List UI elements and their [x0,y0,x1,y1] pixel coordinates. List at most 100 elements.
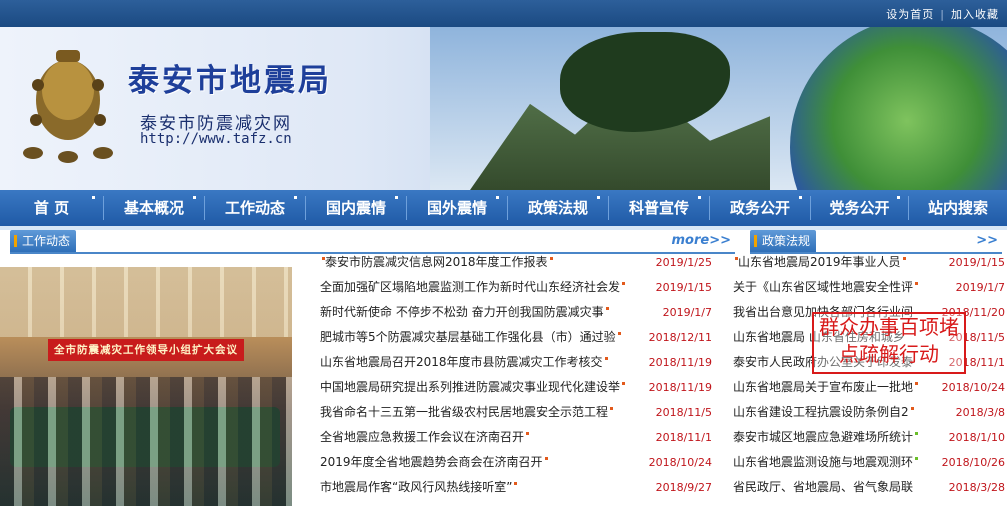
nav-dot [294,196,297,199]
top-bar: 设为首页 | 加入收藏 [0,0,1007,27]
policy-date: 2019/1/7 [955,281,1005,294]
policy-date: 2018/10/26 [941,456,1005,469]
list-item[interactable]: 2019年度全省地震趋势会商会在济南召开 2018/10/24 [320,450,712,475]
policy-title[interactable]: 泰安市城区地震应急避难场所统计 [733,430,913,444]
list-item[interactable]: 泰安市防震减灾信息网2018年度工作报表 2019/1/25 [320,250,712,275]
news-date: 2018/9/27 [655,481,712,494]
bullet-icon [910,407,914,410]
policy-title[interactable]: 山东省地震局2019年事业人员 [738,255,901,269]
news-title[interactable]: 全省地震应急救援工作会议在济南召开 [320,430,524,444]
list-item[interactable]: 山东省建设工程抗震设防条例自2 2018/3/8 [733,400,1005,425]
news-date: 2019/1/25 [655,256,712,269]
bullet-icon [915,282,919,285]
policy-date: 2018/1/10 [948,431,1005,444]
news-title[interactable]: 山东省地震局召开2018年度市县防震减灾工作考核交 [320,355,603,369]
policy-title[interactable]: 关于《山东省区域性地震安全性评 [733,280,913,294]
nav-dot [799,196,802,199]
nav-label: 科普宣传 [628,199,689,217]
news-title[interactable]: 全面加强矿区塌陷地震监测工作为新时代山东经济社会发 [320,280,620,294]
nav-party-affairs[interactable]: 党务公开 [811,190,908,226]
news-date: 2018/11/5 [655,406,712,419]
policy-title[interactable]: 省民政厅、省地震局、省气象局联 [733,480,913,494]
nav-label: 首 页 [33,199,70,217]
bullet-icon [544,457,548,460]
news-title[interactable]: 泰安市防震减灾信息网2018年度工作报表 [325,255,548,269]
news-date: 2019/1/7 [662,306,712,319]
nav-dot [597,196,600,199]
meeting-photo[interactable]: 全市防震减灾工作领导小组扩大会议 [0,267,292,506]
bullet-icon [915,432,919,435]
nav-domestic-quakes[interactable]: 国内震情 [306,190,406,226]
nav-label: 党务公开 [829,199,890,217]
news-title[interactable]: 新时代新使命 不停步不松劲 奋力开创我国防震减灾事 [320,305,604,319]
set-homepage-link[interactable]: 设为首页 [886,8,934,21]
news-title[interactable]: 肥城市等5个防震减灾基层基础工作强化县（市）通过验 [320,330,616,344]
bullet-icon [622,382,626,385]
work-news-more-link[interactable]: more>> [672,233,732,248]
bullet-icon [735,257,738,260]
news-title[interactable]: 我省命名十三五第一批省级农村民居地震安全示范工程 [320,405,608,419]
list-item[interactable]: 山东省地震局关于宣布废止一批地 2018/10/24 [733,375,1005,400]
list-item[interactable]: 中国地震局研究提出系列推进防震减灾事业现代化建设举 2018/11/19 [320,375,712,400]
nav-label: 国内震情 [325,199,386,217]
news-date: 2018/11/1 [655,431,712,444]
nav-dot [92,196,95,199]
separator: | [940,8,945,21]
add-favorite-link[interactable]: 加入收藏 [951,8,999,21]
news-title[interactable]: 市地震局作客“政风行风热线接听室” [320,480,512,494]
nav-gov-affairs[interactable]: 政务公开 [710,190,810,226]
nav-site-search[interactable]: 站内搜索 [909,190,1007,226]
list-item[interactable]: 全面加强矿区塌陷地震监测工作为新时代山东经济社会发 2019/1/15 [320,275,712,300]
policy-more-link[interactable]: >> [976,233,998,248]
nav-science[interactable]: 科普宣传 [609,190,709,226]
list-item[interactable]: 市地震局作客“政风行风热线接听室” 2018/9/27 [320,475,712,500]
policy-date: 2018/3/8 [955,406,1005,419]
seismograph-logo [23,50,113,163]
bullet-icon [915,457,919,460]
bullet-icon [605,307,609,310]
bullet-icon [622,282,626,285]
bullet-icon [322,257,325,260]
nav-home[interactable]: 首 页 [0,190,103,226]
policy-title: 政策法规 [750,230,817,252]
nav-foreign-quakes[interactable]: 国外震情 [407,190,507,226]
site-title: 泰安市地震局 [128,63,332,99]
header-banner: 泰安市地震局 泰安市防震减灾网 http://www.tafz.cn [0,27,1007,190]
nav-label: 政务公开 [729,199,790,217]
news-title[interactable]: 中国地震局研究提出系列推进防震减灾事业现代化建设举 [320,380,620,394]
list-item[interactable]: 山东省地震局召开2018年度市县防震减灾工作考核交 2018/11/19 [320,350,712,375]
nav-dot [496,196,499,199]
nav-dot [698,196,701,199]
nav-label: 基本概况 [123,199,184,217]
policy-title[interactable]: 山东省地震局关于宣布废止一批地 [733,380,913,394]
policy-title[interactable]: 山东省建设工程抗震设防条例自2 [733,405,909,419]
list-item[interactable]: 肥城市等5个防震减灾基层基础工作强化县（市）通过验 2018/12/11 [320,325,712,350]
nav-label: 国外震情 [426,199,487,217]
list-item[interactable]: 我省命名十三五第一批省级农村民居地震安全示范工程 2018/11/5 [320,400,712,425]
policy-date: 2018/10/24 [941,381,1005,394]
nav-overview[interactable]: 基本概况 [104,190,204,226]
work-news-title: 工作动态 [10,230,77,252]
list-item[interactable]: 关于《山东省区域性地震安全性评 2019/1/7 [733,275,1005,300]
bullet-icon [549,257,553,260]
policy-date: 2019/1/15 [948,256,1005,269]
nav-dot [395,196,398,199]
news-title[interactable]: 2019年度全省地震趋势会商会在济南召开 [320,455,543,469]
nav-label: 站内搜索 [927,199,988,217]
main-nav: 首 页 基本概况 工作动态 国内震情 国外震情 政策法规 科普宣传 政务公开 党… [0,190,1007,226]
list-item[interactable]: 全省地震应急救援工作会议在济南召开 2018/11/1 [320,425,712,450]
service-stamp-overlay[interactable]: 群众办事百项堵点疏解行动 [812,312,966,374]
bullet-icon [610,407,614,410]
nav-policy[interactable]: 政策法规 [508,190,608,226]
list-item[interactable]: 山东省地震局2019年事业人员 2019/1/15 [733,250,1005,275]
list-item[interactable]: 新时代新使命 不停步不松劲 奋力开创我国防震减灾事 2019/1/7 [320,300,712,325]
policy-date: 2018/3/28 [948,481,1005,494]
policy-title[interactable]: 山东省地震监测设施与地震观测环 [733,455,913,469]
nav-work-news[interactable]: 工作动态 [205,190,305,226]
list-item[interactable]: 山东省地震监测设施与地震观测环 2018/10/26 [733,450,1005,475]
photo-banner-text: 全市防震减灾工作领导小组扩大会议 [48,339,244,361]
list-item[interactable]: 省民政厅、省地震局、省气象局联 2018/3/28 [733,475,1005,500]
meeting-attendees [0,377,292,506]
list-item[interactable]: 泰安市城区地震应急避难场所统计 2018/1/10 [733,425,1005,450]
bullet-icon [526,432,530,435]
